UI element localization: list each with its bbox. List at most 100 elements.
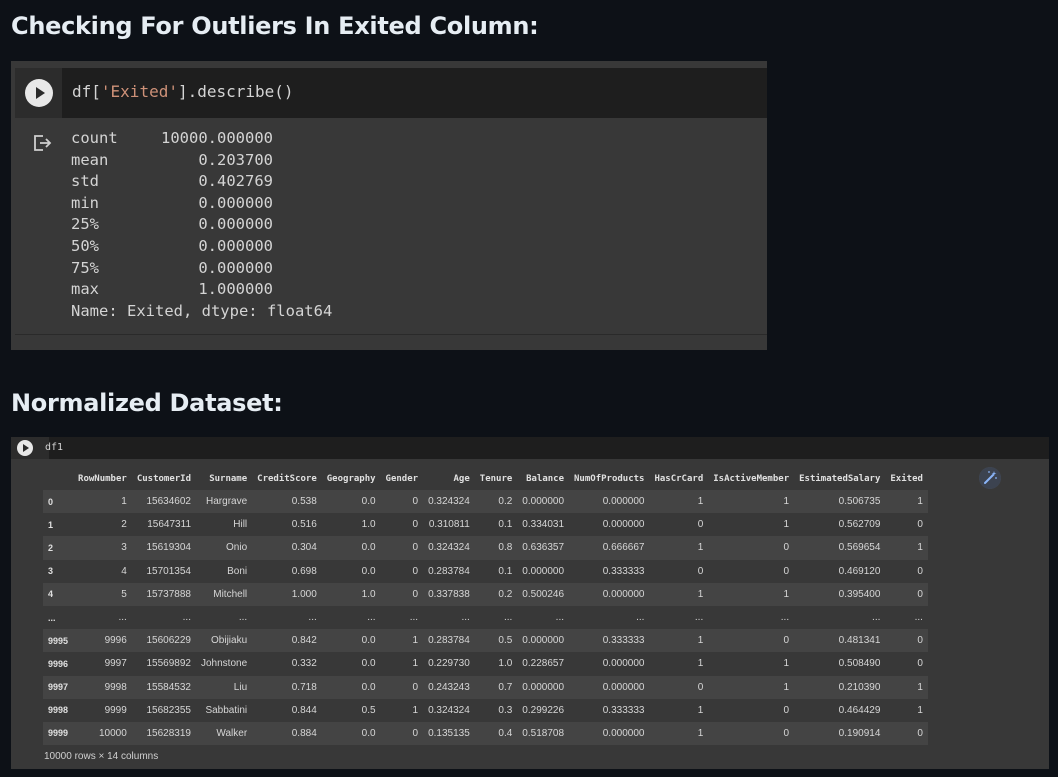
row-index: 4: [48, 589, 54, 600]
column-header: IsActiveMember: [713, 474, 790, 484]
table-row: 0 1 15634602 Hargrave 0.538 0.0 0 0.324324 0.2 0.…: [43, 490, 928, 514]
table-cell: 0: [783, 565, 790, 577]
table-cell: 0.500246: [522, 588, 565, 600]
cell-output: count 10000.000000 mean 0.203700 std 0.402769…: [71, 128, 332, 322]
table-cell: 0: [917, 635, 923, 647]
table-cell: 0.334031: [522, 519, 565, 531]
table-cell: ...: [503, 612, 513, 624]
table-cell: 0: [412, 727, 419, 739]
table-cell: 9997: [104, 658, 127, 670]
table-cell: Walker: [216, 727, 248, 739]
table-cell: Hill: [233, 519, 248, 531]
table-cell: ...: [461, 612, 470, 624]
output-line: std 0.402769: [71, 171, 332, 193]
cell-input-area[interactable]: df['Exited'].describe(): [15, 68, 767, 118]
table-cell: 1: [697, 496, 704, 508]
table-cell: 1: [917, 496, 923, 508]
code-editor[interactable]: df['Exited'].describe(): [72, 82, 294, 101]
table-cell: 1: [412, 658, 419, 670]
table-cell: ...: [409, 612, 419, 624]
cell-input-area[interactable]: df1: [11, 437, 1049, 459]
table-cell: 0.3: [498, 704, 513, 716]
table-cell: 1: [917, 681, 923, 693]
table-cell: 0.000000: [522, 565, 565, 577]
table-cell: 15619304: [146, 542, 192, 554]
column-header: HasCrCard: [654, 474, 704, 484]
table-cell: 0.842: [291, 635, 317, 647]
table-row: 9996 9997 15569892 Johnstone 0.332 0.0 1 0.2297…: [43, 652, 928, 676]
row-index: ...: [48, 612, 56, 623]
table-cell: Mitchell: [213, 588, 248, 600]
table-cell: 15682355: [146, 704, 192, 716]
table-cell: 0.1: [498, 519, 513, 531]
table-cell: 1.0: [361, 588, 376, 600]
table-cell: 0.135135: [428, 727, 470, 739]
table-cell: 0: [783, 542, 790, 554]
run-cell-button[interactable]: [17, 440, 33, 456]
cell-divider: [15, 334, 767, 335]
output-line: count 10000.000000: [71, 128, 332, 150]
table-cell: 0.481341: [838, 635, 881, 647]
table-cell: 1: [783, 681, 790, 693]
table-cell: 0.337838: [428, 588, 470, 600]
stat-value: 1.000000: [198, 280, 273, 299]
output-line: max 1.000000: [71, 279, 332, 301]
table-cell: 0.2: [498, 588, 513, 600]
stat-label: min: [71, 193, 99, 212]
column-header: Balance: [526, 474, 565, 484]
stat-label: 25%: [71, 215, 99, 234]
output-redirect-icon[interactable]: [31, 132, 53, 154]
row-index: 9998: [48, 705, 69, 716]
table-cell: Hargrave: [206, 496, 248, 508]
stat-value: 0.000000: [198, 258, 273, 277]
section-heading-normalized: Normalized Dataset:: [11, 389, 283, 417]
stat-value: 0.000000: [198, 215, 273, 234]
column-header: [43, 468, 73, 490]
table-cell: 0.5: [361, 704, 376, 716]
table-cell: 0: [917, 658, 923, 670]
code-editor[interactable]: df1: [45, 442, 63, 453]
table-row: 9995 9996 15606229 Obijiaku 0.842 0.0 1 0.28378…: [43, 629, 928, 653]
table-cell: 15737888: [146, 588, 192, 600]
column-header: Tenure: [479, 474, 513, 484]
table-row: 9997 9998 15584532 Liu 0.718 0.0 0 0.243243 0.7 0…: [43, 675, 928, 699]
table-cell: ...: [182, 612, 191, 624]
table-cell: 0: [917, 727, 923, 739]
table-row: 9999 10000 15628319 Walker 0.884 0.0 0 0.135135…: [43, 721, 928, 746]
table-cell: 0.1: [498, 565, 513, 577]
table-cell: 1: [783, 588, 790, 600]
table-cell: 0.8: [498, 542, 513, 554]
table-cell: 1: [121, 496, 127, 508]
row-index: 2: [48, 542, 54, 553]
magic-wand-icon[interactable]: [979, 467, 1001, 489]
table-cell: 0: [917, 565, 923, 577]
run-cell-button[interactable]: [25, 79, 53, 107]
table-cell: 0.000000: [602, 727, 645, 739]
row-index: 9995: [48, 635, 69, 646]
table-cell: 15701354: [146, 565, 192, 577]
table-cell: 0.324324: [428, 496, 470, 508]
table-cell: 0: [412, 519, 419, 531]
column-header: NumOfProducts: [574, 474, 645, 484]
dataframe-output: RowNumber CustomerId Surname CreditScore Geo…: [43, 468, 928, 746]
table-cell: 0.569654: [838, 542, 881, 554]
table-cell: 1: [783, 658, 790, 670]
table-cell: 0.000000: [602, 681, 645, 693]
table-cell: 0: [412, 496, 419, 508]
table-cell: 1.000: [291, 588, 317, 600]
table-cell: ...: [367, 612, 376, 624]
cell-gutter: [11, 437, 49, 459]
table-cell: 1: [697, 635, 704, 647]
table-cell: 0.000000: [522, 635, 565, 647]
table-row: 4 5 15737888 Mitchell 1.000 1.0 0 0.337838 0.2 0.…: [43, 582, 928, 606]
table-cell: 0.190914: [838, 727, 881, 739]
output-line: 25% 0.000000: [71, 214, 332, 236]
table-cell: 1: [783, 519, 790, 531]
table-cell: 0: [412, 565, 419, 577]
table-cell: 0.000000: [602, 519, 645, 531]
table-cell: 0.0: [361, 542, 376, 554]
table-cell: 15647311: [147, 519, 191, 531]
table-cell: ...: [694, 612, 704, 624]
table-cell: 0.324324: [428, 704, 470, 716]
code-text: df[: [72, 82, 101, 101]
